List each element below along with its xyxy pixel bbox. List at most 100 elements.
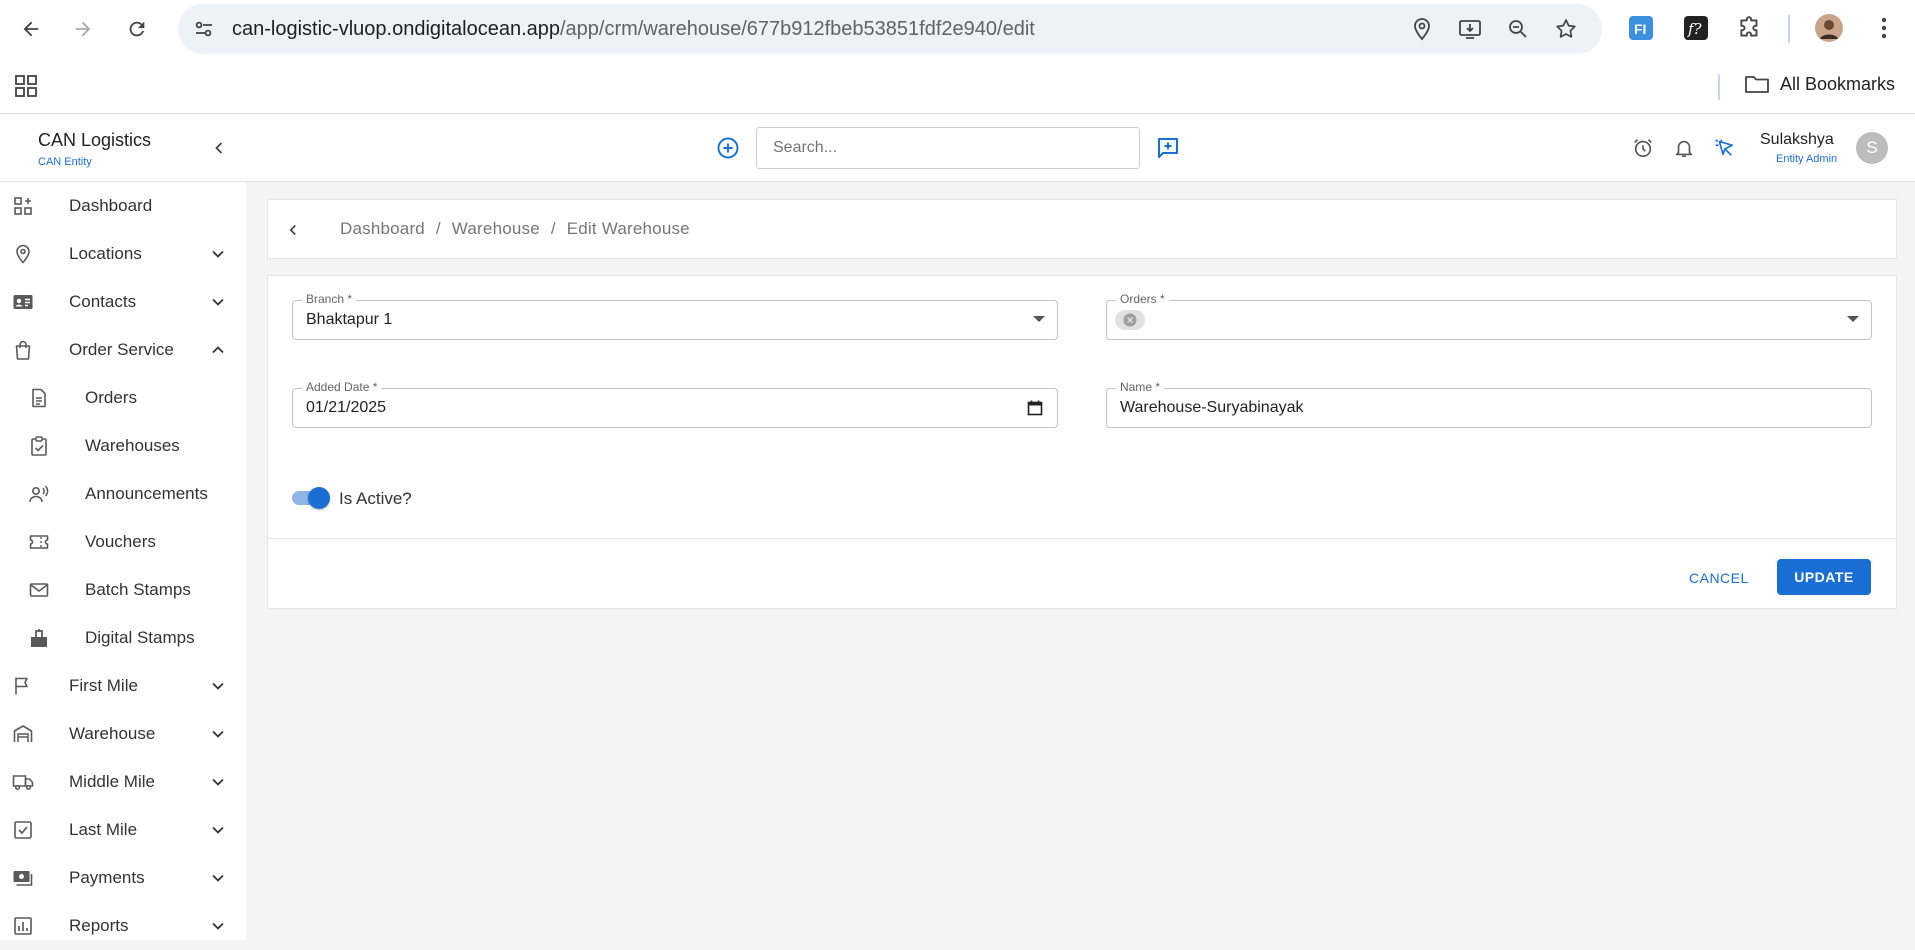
avatar[interactable]: S — [1856, 132, 1888, 164]
checkbox-icon — [12, 819, 34, 841]
added-date-label: Added Date * — [302, 380, 382, 394]
search-field[interactable] — [756, 127, 1140, 169]
name-value: Warehouse-Suryabinayak — [1120, 399, 1304, 416]
dropdown-arrow-icon — [1847, 316, 1859, 322]
brand-subtitle: CAN Entity — [38, 156, 92, 168]
sidebar-item-dashboard[interactable]: Dashboard — [0, 182, 246, 230]
alarm-clock-icon[interactable] — [1632, 137, 1654, 159]
bookmarks-divider — [1718, 74, 1720, 100]
sidebar-item-warehouses[interactable]: Warehouses — [0, 422, 246, 470]
add-comment-icon[interactable] — [1156, 136, 1180, 160]
stamp-icon — [28, 627, 50, 649]
url-text: can-logistic-vluop.ondigitalocean.app/ap… — [232, 17, 1035, 40]
sidebar-item-payments[interactable]: Payments — [0, 854, 246, 902]
add-circle-icon[interactable] — [716, 136, 740, 160]
app-header: CAN Logistics CAN Entity Sulakshya Entit… — [0, 114, 1915, 182]
branch-select[interactable]: Branch * Bhaktapur 1 — [292, 292, 1058, 340]
collapse-sidebar-icon[interactable] — [209, 138, 229, 158]
sidebar-item-label: Warehouse — [69, 724, 156, 743]
sidebar-item-order-service[interactable]: Order Service — [0, 326, 246, 374]
sparkle-pointer-icon[interactable] — [1713, 137, 1735, 159]
ticket-icon — [28, 531, 50, 553]
sidebar-item-middle-mile[interactable]: Middle Mile — [0, 758, 246, 806]
contact-card-icon — [12, 291, 34, 313]
sidebar-item-announcements[interactable]: Announcements — [0, 470, 246, 518]
sidebar-item-digital-stamps[interactable]: Digital Stamps — [0, 614, 246, 662]
reload-icon[interactable] — [124, 16, 150, 42]
sidebar-item-last-mile[interactable]: Last Mile — [0, 806, 246, 854]
breadcrumb-warehouse[interactable]: Warehouse — [452, 219, 540, 238]
back-chevron-icon[interactable] — [284, 221, 302, 239]
order-chip[interactable] — [1115, 310, 1145, 330]
chevron-down-icon — [208, 868, 228, 888]
sidebar-item-orders[interactable]: Orders — [0, 374, 246, 422]
added-date-field[interactable]: Added Date * 01/21/2025 — [292, 380, 1058, 428]
extensions-puzzle-icon[interactable] — [1736, 14, 1764, 42]
calendar-icon[interactable] — [1027, 400, 1043, 416]
clipboard-check-icon — [28, 435, 50, 457]
all-bookmarks-label: All Bookmarks — [1780, 73, 1896, 94]
update-button[interactable]: UPDATE — [1777, 559, 1871, 595]
sidebar-item-label: First Mile — [69, 676, 138, 695]
clear-chip-icon[interactable] — [1123, 313, 1137, 327]
chevron-down-icon — [208, 292, 228, 312]
sidebar-item-contacts[interactable]: Contacts — [0, 278, 246, 326]
sidebar-item-label: Middle Mile — [69, 772, 155, 791]
profile-avatar-icon[interactable] — [1815, 14, 1843, 42]
shopping-bag-icon — [12, 339, 34, 361]
browser-menu-icon[interactable] — [1870, 14, 1898, 42]
added-date-value: 01/21/2025 — [306, 399, 387, 416]
location-icon[interactable] — [1410, 17, 1434, 41]
apps-grid-icon[interactable] — [14, 74, 38, 98]
user-name[interactable]: Sulakshya — [1760, 131, 1834, 149]
name-field[interactable]: Name * Warehouse-Suryabinayak — [1106, 380, 1872, 428]
sidebar-item-reports[interactable]: Reports — [0, 902, 246, 950]
sidebar-item-batch-stamps[interactable]: Batch Stamps — [0, 566, 246, 614]
sidebar-item-label: Orders — [85, 388, 137, 407]
breadcrumb-dashboard[interactable]: Dashboard — [340, 219, 425, 238]
extension-formula-icon[interactable]: f? — [1682, 14, 1710, 42]
sidebar-item-label: Warehouses — [85, 436, 180, 455]
breadcrumb-card: Dashboard / Warehouse / Edit Warehouse — [267, 199, 1897, 259]
cancel-button[interactable]: CANCEL — [1689, 570, 1749, 586]
bar-chart-icon — [12, 915, 34, 937]
brand-title: CAN Logistics — [38, 130, 152, 150]
back-icon[interactable] — [18, 16, 44, 42]
svg-text:FI: FI — [1634, 21, 1646, 37]
chevron-up-icon — [208, 340, 228, 360]
sidebar-item-vouchers[interactable]: Vouchers — [0, 518, 246, 566]
document-icon — [28, 387, 50, 409]
sidebar-item-warehouse[interactable]: Warehouse — [0, 710, 246, 758]
main-content: Dashboard / Warehouse / Edit Warehouse B… — [246, 182, 1915, 940]
zoom-icon[interactable] — [1506, 17, 1530, 41]
bookmark-star-icon[interactable] — [1554, 17, 1578, 41]
site-settings-icon[interactable] — [192, 17, 216, 41]
install-app-icon[interactable] — [1458, 17, 1482, 41]
sidebar-item-label: Order Service — [69, 340, 174, 359]
sidebar-item-locations[interactable]: Locations — [0, 230, 246, 278]
toolbar-divider — [1788, 15, 1790, 43]
toggle-knob[interactable] — [308, 487, 330, 509]
breadcrumb-separator: / — [435, 219, 441, 238]
bell-icon[interactable] — [1673, 137, 1695, 159]
bookmarks-bar: All Bookmarks — [0, 58, 1915, 114]
sidebar: Dashboard Locations Contacts Order Servi… — [0, 182, 246, 940]
breadcrumb-separator: / — [550, 219, 556, 238]
all-bookmarks-button[interactable]: All Bookmarks — [1744, 73, 1895, 95]
user-role: Entity Admin — [1776, 153, 1838, 165]
folder-icon — [1744, 73, 1770, 95]
branch-value: Bhaktapur 1 — [306, 311, 393, 328]
sidebar-item-label: Announcements — [85, 484, 208, 503]
sidebar-item-label: Payments — [69, 868, 145, 887]
forward-icon[interactable] — [70, 16, 96, 42]
search-input[interactable] — [757, 128, 1139, 168]
breadcrumb-current: Edit Warehouse — [566, 219, 690, 238]
orders-select[interactable]: Orders * — [1106, 292, 1872, 340]
chevron-down-icon — [208, 244, 228, 264]
sidebar-item-label: Digital Stamps — [85, 628, 195, 647]
address-bar[interactable]: can-logistic-vluop.ondigitalocean.app/ap… — [178, 4, 1602, 54]
chevron-down-icon — [208, 724, 228, 744]
sidebar-item-first-mile[interactable]: First Mile — [0, 662, 246, 710]
extension-fi-icon[interactable]: FI — [1627, 14, 1655, 42]
chevron-down-icon — [208, 820, 228, 840]
